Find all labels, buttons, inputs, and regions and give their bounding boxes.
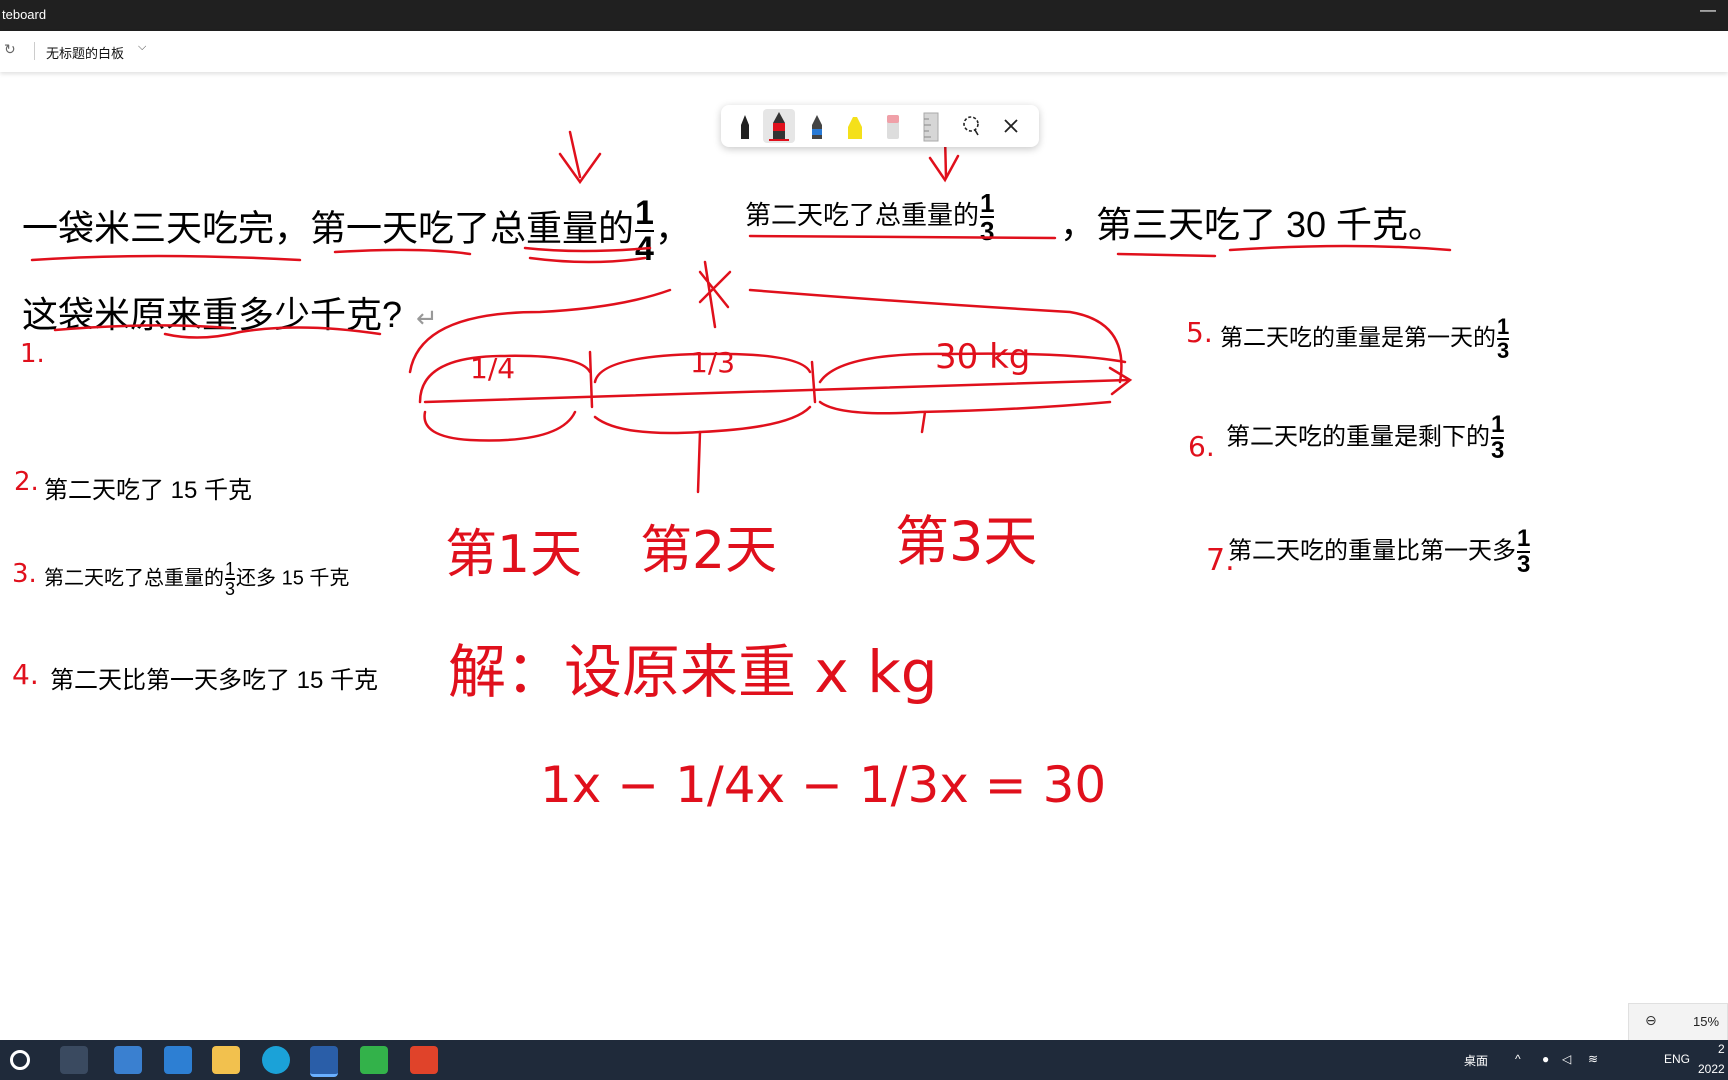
ink-underline xyxy=(748,234,1057,240)
ink-brace-tip xyxy=(696,410,927,494)
camtasia-red-icon[interactable] xyxy=(410,1046,438,1074)
clock-bottom: 2022 xyxy=(1698,1062,1725,1076)
ink-day1: 第1天 xyxy=(445,525,582,585)
blue-pen-button[interactable] xyxy=(801,109,833,143)
task-view-icon[interactable] xyxy=(60,1046,88,1074)
red-pen-icon xyxy=(769,112,789,141)
lasso-button[interactable] xyxy=(955,109,987,143)
ink-seg3-label: 30 kg xyxy=(935,337,1030,377)
eraser-icon xyxy=(887,115,899,139)
eraser-button[interactable] xyxy=(877,109,909,143)
black-pen-button[interactable] xyxy=(729,109,761,143)
lasso-icon xyxy=(963,116,979,136)
ink-bottom-brace-3 xyxy=(818,400,1112,415)
ink-layer: 1. 2. 3. 4. 5. 6. 7. 1/4 1/3 30 kg 第1天 第… xyxy=(12,130,1452,814)
store-icon[interactable] xyxy=(114,1046,142,1074)
ink-number-1: 1. xyxy=(20,339,45,369)
ink-solution: 解：设原来重 x kg xyxy=(448,638,938,706)
close-icon xyxy=(1004,119,1018,133)
ink-seg2-label: 1/3 xyxy=(690,346,735,379)
window-title-bar: teboard — xyxy=(0,0,1728,31)
ink-day2: 第2天 xyxy=(640,521,777,581)
highlighter-button[interactable] xyxy=(839,109,871,143)
ink-underline xyxy=(1116,244,1452,258)
divider xyxy=(34,42,35,60)
zoom-level: 15% xyxy=(1693,1014,1720,1029)
yellow-highlighter-icon xyxy=(848,117,862,139)
tray-language[interactable]: ENG xyxy=(1664,1052,1690,1066)
ink-equation: 1x − 1/4x − 1/3x = 30 xyxy=(540,756,1106,814)
ink-underline xyxy=(53,324,382,339)
ink-seg1-label: 1/4 xyxy=(470,352,515,385)
chevron-up-icon[interactable]: ^ xyxy=(1515,1052,1521,1066)
zoom-control: ⊖ 15% xyxy=(1628,1003,1728,1041)
window-title: teboard xyxy=(2,7,47,22)
ink-bottom-brace-2 xyxy=(593,405,812,435)
ink-bottom-brace-1 xyxy=(423,410,577,442)
menu-bar: ↻ 无标题的白板 ⌵ xyxy=(0,31,1728,72)
file-explorer-icon[interactable] xyxy=(212,1046,240,1074)
board-title[interactable]: 无标题的白板 xyxy=(46,43,124,62)
microphone-icon[interactable]: ● xyxy=(1542,1052,1549,1066)
mail-icon[interactable] xyxy=(164,1046,192,1074)
zoom-out-icon[interactable]: ⊖ xyxy=(1645,1012,1657,1029)
ink-day3: 第3天 xyxy=(895,510,1037,573)
red-pen-button[interactable] xyxy=(763,109,795,143)
ink-underline xyxy=(30,254,302,262)
ink-number-2: 2. xyxy=(14,467,39,497)
close-toolbar-button[interactable] xyxy=(995,109,1027,143)
wifi-icon[interactable]: ≋ xyxy=(1588,1052,1598,1066)
clock-top: 2 xyxy=(1718,1042,1725,1056)
ink-number-4: 4. xyxy=(12,658,39,691)
ruler-button[interactable] xyxy=(915,109,947,143)
tray-desktop-label[interactable]: 桌面 xyxy=(1464,1052,1488,1069)
ink-number-5: 5. xyxy=(1186,316,1213,349)
ink-number-7: 7. xyxy=(1206,543,1235,578)
whiteboard-canvas[interactable]: 一袋米三天吃完，第一天吃了总重量的 1 4， 第二天吃了总重量的 1 3 ，第三天吃了 … xyxy=(0,72,1728,1040)
ink-emphasis xyxy=(558,130,602,185)
ink-number-3: 3. xyxy=(12,559,37,589)
blue-pen-icon xyxy=(812,115,822,139)
edge-browser-icon[interactable] xyxy=(262,1046,290,1074)
whiteboard-app-icon[interactable] xyxy=(310,1046,338,1077)
black-pen-icon xyxy=(741,115,749,139)
minimize-icon[interactable]: — xyxy=(1700,2,1716,20)
camtasia-green-icon[interactable] xyxy=(360,1046,388,1074)
ruler-icon xyxy=(923,112,939,142)
taskbar: 桌面 ^ ● ◁ ≋ ENG 2 2022 xyxy=(0,1040,1728,1080)
ink-underline xyxy=(523,246,652,264)
ink-underline xyxy=(333,248,472,256)
pen-toolbar xyxy=(721,105,1039,147)
chevron-down-icon[interactable]: ⌵ xyxy=(138,41,146,54)
search-icon[interactable] xyxy=(10,1050,30,1070)
ink-x-mark xyxy=(698,260,732,329)
redo-icon[interactable]: ↻ xyxy=(4,41,16,58)
volume-icon[interactable]: ◁ xyxy=(1562,1052,1571,1066)
ink-number-6: 6. xyxy=(1188,430,1215,463)
